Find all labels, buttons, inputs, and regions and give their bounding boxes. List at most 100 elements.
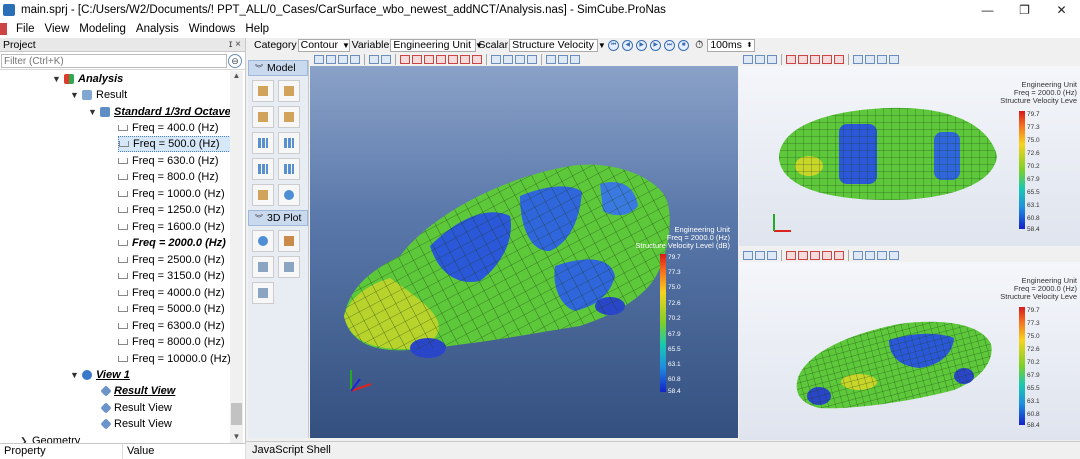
scroll-up-icon[interactable]: ▲ bbox=[230, 71, 243, 83]
menu-help[interactable]: Help bbox=[240, 23, 274, 35]
tree-node-freq[interactable]: Freq = 8000.0 (Hz) bbox=[118, 334, 225, 350]
back-view-icon[interactable] bbox=[412, 54, 422, 64]
menu-windows[interactable]: Windows bbox=[184, 23, 241, 35]
export-image-icon[interactable] bbox=[252, 282, 274, 304]
tree-node-freq[interactable]: Freq = 1600.0 (Hz) bbox=[118, 219, 225, 235]
scalar-select[interactable]: Structure Velocity ▼ bbox=[509, 38, 606, 52]
play-icon[interactable]: ▶ bbox=[636, 39, 648, 51]
tree-node-result[interactable]: ▼ Result bbox=[70, 87, 127, 103]
expand-arrow-icon[interactable]: ▼ bbox=[88, 104, 100, 120]
minimize-button[interactable]: — bbox=[969, 0, 1006, 20]
eye-icon[interactable] bbox=[865, 54, 875, 64]
tree-node-freq[interactable]: Freq = 630.0 (Hz) bbox=[118, 153, 219, 169]
expand-arrow-icon[interactable]: ▼ bbox=[70, 367, 82, 383]
previous-frame-icon[interactable]: ◀ bbox=[622, 39, 634, 51]
edit-part-icon[interactable] bbox=[278, 80, 300, 102]
create-part-icon[interactable] bbox=[252, 80, 274, 102]
menu-analysis[interactable]: Analysis bbox=[131, 23, 184, 35]
boundary-icon[interactable] bbox=[252, 106, 274, 128]
rotate-icon[interactable] bbox=[767, 54, 777, 64]
node-settings-icon[interactable] bbox=[278, 158, 300, 180]
load-icon[interactable] bbox=[278, 184, 300, 206]
tree-node-freq-selected[interactable]: Freq = 500.0 (Hz) bbox=[118, 136, 230, 152]
fit-view-icon[interactable] bbox=[338, 54, 348, 64]
shaded-icon[interactable] bbox=[491, 54, 501, 64]
tree-node-freq[interactable]: Freq = 3150.0 (Hz) bbox=[118, 268, 225, 284]
expand-arrow-icon[interactable]: ▼ bbox=[52, 71, 64, 87]
fit-view-icon[interactable] bbox=[755, 54, 765, 64]
view-dropdown-icon[interactable] bbox=[369, 54, 379, 64]
value-column[interactable]: Value bbox=[123, 444, 246, 459]
bottom-view-icon[interactable] bbox=[460, 54, 470, 64]
chevron-down-icon[interactable] bbox=[326, 54, 336, 64]
left-view-icon[interactable] bbox=[424, 54, 434, 64]
expand-arrow-icon[interactable]: ▼ bbox=[70, 87, 82, 103]
model-section-header[interactable]: ︾ Model bbox=[248, 60, 308, 76]
eye-icon[interactable] bbox=[865, 250, 875, 260]
tree-node-freq[interactable]: Freq = 6300.0 (Hz) bbox=[118, 318, 225, 334]
last-frame-icon[interactable]: ⏭ bbox=[664, 39, 676, 51]
top-view-icon[interactable] bbox=[448, 54, 458, 64]
iso-view-icon[interactable] bbox=[472, 54, 482, 64]
left-view-icon[interactable] bbox=[810, 54, 820, 64]
variable-select[interactable]: Engineering Unit ▼ bbox=[390, 38, 483, 52]
iso-view-icon[interactable] bbox=[834, 250, 844, 260]
layout-icon[interactable] bbox=[558, 54, 568, 64]
boundary-settings-icon[interactable] bbox=[278, 106, 300, 128]
layout-icon[interactable] bbox=[877, 54, 887, 64]
select-icon[interactable] bbox=[743, 250, 753, 260]
tree-node-freq[interactable]: Freq = 1000.0 (Hz) bbox=[118, 186, 225, 202]
material-icon[interactable] bbox=[252, 184, 274, 206]
rotate-icon[interactable] bbox=[350, 54, 360, 64]
cloud-plot-icon[interactable] bbox=[252, 230, 274, 252]
tree-node-freq[interactable]: Freq = 800.0 (Hz) bbox=[118, 169, 219, 185]
javascript-shell-tab[interactable]: JavaScript Shell bbox=[246, 441, 1080, 459]
close-button[interactable]: ✕ bbox=[1043, 0, 1080, 20]
tree-scrollbar[interactable]: ▲ ▼ bbox=[230, 71, 243, 444]
tree-node-freq[interactable]: Freq = 4000.0 (Hz) bbox=[118, 285, 225, 301]
tree-node-view[interactable]: ▼ View 1 bbox=[70, 367, 130, 383]
tree-node-freq[interactable]: Freq = 1250.0 (Hz) bbox=[118, 202, 225, 218]
tree-node-standard-octave[interactable]: ▼ Standard 1/3rd Octave bbox=[88, 104, 230, 120]
shaded-icon[interactable] bbox=[853, 250, 863, 260]
property-column[interactable]: Property bbox=[0, 444, 123, 459]
view-settings-icon[interactable] bbox=[278, 256, 300, 278]
back-view-icon[interactable] bbox=[798, 250, 808, 260]
first-frame-icon[interactable]: ⏮ bbox=[608, 39, 620, 51]
next-frame-icon[interactable]: ▶ bbox=[650, 39, 662, 51]
select-icon[interactable] bbox=[743, 54, 753, 64]
eye-icon[interactable] bbox=[515, 54, 525, 64]
filter-clear-icon[interactable]: ⊖ bbox=[228, 54, 242, 68]
rotate-icon[interactable] bbox=[767, 250, 777, 260]
interval-spinbox[interactable]: 100ms ⬍ bbox=[707, 38, 756, 52]
filter-input[interactable] bbox=[1, 54, 227, 68]
tree-node-freq[interactable]: Freq = 400.0 (Hz) bbox=[118, 120, 219, 136]
mesh-settings-icon[interactable] bbox=[278, 132, 300, 154]
wireframe-icon[interactable] bbox=[503, 54, 513, 64]
tree-node-result-view[interactable]: Result View bbox=[100, 416, 172, 432]
tree-node-freq[interactable]: Freq = 5000.0 (Hz) bbox=[118, 301, 225, 317]
display-dropdown-icon[interactable] bbox=[527, 54, 537, 64]
iso-view-canvas[interactable]: Engineering Unit Freq = 2000.0 (Hz) Stru… bbox=[739, 262, 1080, 440]
left-view-icon[interactable] bbox=[810, 250, 820, 260]
iso-view-icon[interactable] bbox=[834, 54, 844, 64]
main-3d-canvas[interactable]: Engineering Unit Freq = 2000.0 (Hz) Stru… bbox=[310, 66, 738, 438]
tree-node-analysis[interactable]: ▼ Analysis bbox=[52, 71, 123, 87]
maximize-button[interactable]: ❐ bbox=[1006, 0, 1043, 20]
front-view-icon[interactable] bbox=[400, 54, 410, 64]
top-view-canvas[interactable]: Engineering Unit Freq = 2000.0 (Hz) Stru… bbox=[739, 66, 1080, 246]
close-view-icon[interactable] bbox=[889, 250, 899, 260]
top-view-icon[interactable] bbox=[822, 250, 832, 260]
close-view-icon[interactable] bbox=[889, 54, 899, 64]
menu-modeling[interactable]: Modeling bbox=[74, 23, 131, 35]
layout-icon[interactable] bbox=[877, 250, 887, 260]
panel-float-close-controls[interactable]: ɪ × bbox=[229, 38, 241, 52]
shaded-icon[interactable] bbox=[853, 54, 863, 64]
menu-view[interactable]: View bbox=[40, 23, 75, 35]
spin-arrows-icon[interactable]: ⬍ bbox=[746, 40, 752, 51]
right-view-icon[interactable] bbox=[436, 54, 446, 64]
front-view-icon[interactable] bbox=[786, 250, 796, 260]
tree-node-freq-active[interactable]: Freq = 2000.0 (Hz) bbox=[118, 235, 226, 251]
stop-icon[interactable]: ■ bbox=[678, 39, 690, 51]
volume-plot-icon[interactable] bbox=[278, 230, 300, 252]
